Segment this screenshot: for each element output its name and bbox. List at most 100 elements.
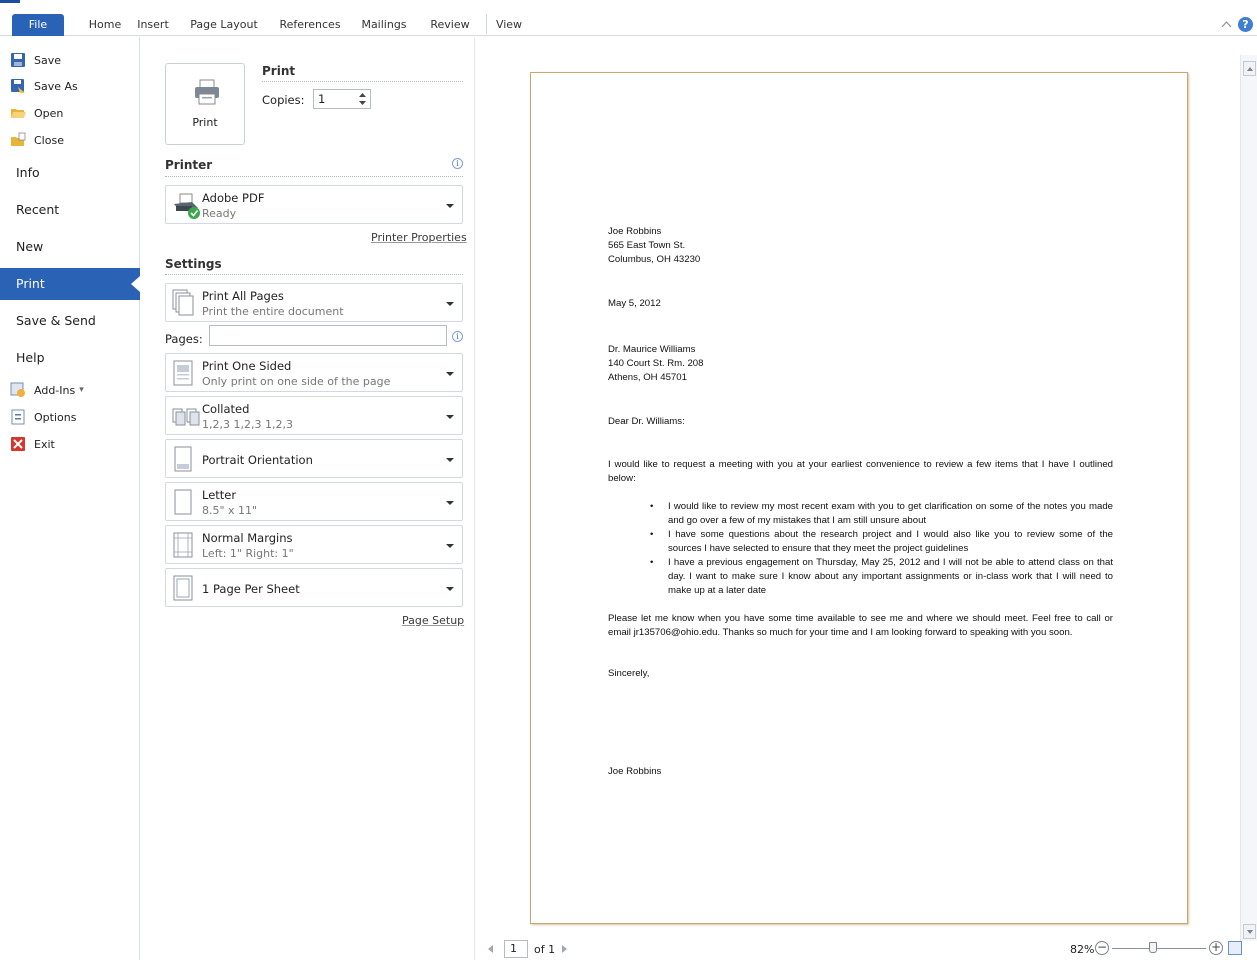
tab-mailings[interactable]: Mailings [358,14,410,36]
pdf-printer-icon [174,193,200,219]
margins-title: Normal Margins [202,531,293,545]
salutation: Dear Dr. Williams: [608,416,685,427]
print-button-label: Print [192,116,218,129]
copies-spinner-icon[interactable] [358,92,367,106]
scroll-down-button[interactable] [1243,924,1256,939]
page-number-input[interactable]: 1 [504,940,528,958]
zoom-slider-thumb[interactable] [1149,942,1157,953]
nav-exit[interactable]: Exit [0,433,140,455]
ribbon-tab-bar: File Home Insert Page Layout References … [0,0,1257,36]
print-range-dropdown-arrow-icon [446,302,454,306]
print-button[interactable]: Print [165,63,245,145]
orientation-dropdown[interactable]: Portrait Orientation [165,439,463,478]
preview-status-bar: 1 of 1 82% − + [476,939,1257,960]
nav-add-ins[interactable]: Add-Ins ▾ [0,379,140,401]
print-preview: Joe Robbins 565 East Town St. Columbus, … [476,37,1257,960]
close-folder-icon [11,132,26,146]
zoom-out-icon[interactable]: − [1095,941,1109,955]
printer-dropdown[interactable]: Adobe PDF Ready [165,185,463,224]
nav-open[interactable]: Open [0,102,140,124]
portrait-icon [174,446,192,472]
collation-subtitle: 1,2,3 1,2,3 1,2,3 [202,418,293,431]
nav-close-label: Close [34,133,64,147]
nav-print[interactable]: Print [0,268,140,300]
printer-info-icon[interactable]: i [452,158,463,169]
print-section-title: Print [262,64,296,78]
tab-page-layout[interactable]: Page Layout [189,14,259,36]
scroll-up-button[interactable] [1243,61,1256,76]
paper-size-subtitle: 8.5" x 11" [202,504,258,517]
nav-options-label: Options [34,410,77,424]
nav-save-send[interactable]: Save & Send [0,305,140,337]
print-range-dropdown[interactable]: Print All Pages Print the entire documen… [165,283,463,322]
zoom-in-icon[interactable]: + [1209,941,1223,955]
nav-exit-label: Exit [34,437,55,451]
tab-file[interactable]: File [12,14,64,36]
copies-label: Copies: [262,93,305,107]
sides-dropdown[interactable]: Print One Sided Only print on one side o… [165,353,463,392]
tab-references[interactable]: References [279,14,341,36]
pages-per-sheet-title: 1 Page Per Sheet [202,582,300,596]
nav-recent[interactable]: Recent [0,194,140,226]
print-section-divider [262,81,463,82]
print-range-title: Print All Pages [202,289,284,303]
bullet-item: I have a previous engagement on Thursday… [648,556,1113,598]
save-icon [11,53,25,67]
printer-properties-link[interactable]: Printer Properties [371,231,467,244]
nav-new[interactable]: New [0,231,140,263]
previous-page-icon[interactable] [488,945,493,953]
pages-info-icon[interactable]: i [452,331,463,342]
bullet-list: I would like to review my most recent ex… [608,500,1113,598]
letter-body: Joe Robbins 565 East Town St. Columbus, … [608,225,1113,779]
options-icon [11,409,25,425]
margins-subtitle: Left: 1" Right: 1" [202,547,294,560]
zoom-slider-track[interactable] [1112,948,1206,949]
preview-page: Joe Robbins 565 East Town St. Columbus, … [530,72,1188,924]
zoom-level[interactable]: 82% [1070,943,1094,956]
paper-size-dropdown[interactable]: Letter 8.5" x 11" [165,482,463,521]
orientation-title: Portrait Orientation [202,453,313,467]
tab-view[interactable]: View [493,14,525,36]
bullet-item: I have some questions about the research… [648,528,1113,556]
nav-help[interactable]: Help [0,342,140,374]
nav-close[interactable]: Close [0,129,140,151]
nav-options[interactable]: Options [0,406,140,428]
paper-size-dropdown-arrow-icon [446,501,454,505]
add-ins-icon [10,382,25,397]
tab-home[interactable]: Home [84,14,126,36]
page-setup-link[interactable]: Page Setup [402,614,464,627]
pages-input[interactable] [209,325,447,346]
recipient-name: Dr. Maurice Williams [608,344,696,355]
nav-save[interactable]: Save [0,49,140,71]
ribbon-help-area: ? [1221,14,1253,34]
margins-dropdown[interactable]: Normal Margins Left: 1" Right: 1" [165,525,463,564]
next-page-icon[interactable] [562,945,567,953]
orientation-dropdown-arrow-icon [446,458,454,462]
page-per-sheet-icon [173,575,193,601]
intro-paragraph: I would like to request a meeting with y… [608,459,1113,484]
printer-name: Adobe PDF [202,191,265,205]
preview-vertical-scrollbar[interactable] [1240,55,1257,941]
tab-review[interactable]: Review [428,14,472,36]
sides-dropdown-arrow-icon [446,372,454,376]
help-icon[interactable]: ? [1238,16,1253,32]
pages-per-sheet-dropdown[interactable]: 1 Page Per Sheet [165,568,463,607]
collation-dropdown[interactable]: Collated 1,2,3 1,2,3 1,2,3 [165,396,463,435]
signoff: Sincerely, [608,668,650,679]
tab-insert[interactable]: Insert [134,14,172,36]
pages-label: Pages: [165,332,203,346]
zoom-to-page-icon[interactable] [1228,941,1242,955]
signature: Joe Robbins [608,766,662,777]
nav-save-as[interactable]: Save As [0,75,140,97]
page-count-label: of 1 [534,943,556,956]
printer-icon [195,79,219,105]
copies-input[interactable]: 1 [313,89,371,109]
nav-info[interactable]: Info [0,157,140,189]
collated-icon [172,408,200,426]
minimize-ribbon-icon[interactable] [1221,19,1232,30]
add-ins-dropdown-icon: ▾ [79,385,84,395]
open-folder-icon [11,109,26,118]
nav-save-as-label: Save As [34,79,78,93]
tab-separator [486,14,487,34]
margins-icon [173,532,193,558]
